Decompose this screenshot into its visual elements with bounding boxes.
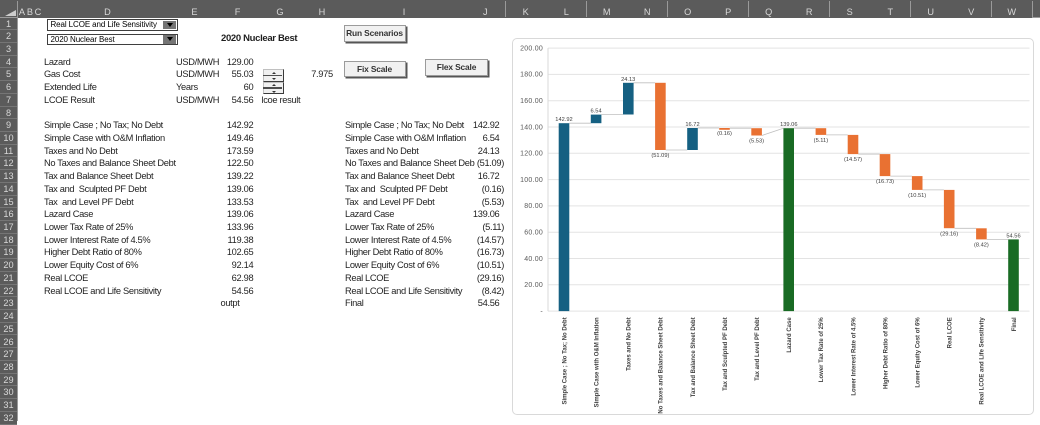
svg-text:Lazard Case: Lazard Case — [787, 316, 793, 352]
svg-text:(16.73): (16.73) — [876, 179, 894, 185]
svg-text:Lower Interest Rate of 4.5%: Lower Interest Rate of 4.5% — [851, 316, 857, 395]
svg-text:Tax and Sculpted PF Debt: Tax and Sculpted PF Debt — [723, 317, 729, 391]
svg-text:20.00: 20.00 — [524, 282, 543, 289]
svg-text:Tax and Level PF Debt: Tax and Level PF Debt — [755, 317, 761, 381]
svg-text:Simple Case with O&M Inflation: Simple Case with O&M Inflation — [594, 316, 600, 406]
svg-text:Lower Tax Rate of 25%: Lower Tax Rate of 25% — [819, 316, 825, 382]
svg-text:120.00: 120.00 — [520, 150, 543, 157]
svg-text:Taxes and No Debt: Taxes and No Debt — [627, 317, 633, 371]
svg-text:54.56: 54.56 — [1006, 233, 1020, 239]
svg-text:Final: Final — [1012, 316, 1018, 330]
svg-text:Lower Equity Cost of 6%: Lower Equity Cost of 6% — [916, 316, 922, 387]
svg-text:-: - — [540, 308, 543, 315]
svg-text:200.00: 200.00 — [520, 45, 543, 52]
svg-text:40.00: 40.00 — [524, 255, 543, 262]
svg-text:Tax and Balance Sheet Debt: Tax and Balance Sheet Debt — [691, 317, 697, 397]
svg-text:160.00: 160.00 — [520, 98, 543, 105]
svg-text:(5.53): (5.53) — [749, 138, 764, 144]
svg-text:60.00: 60.00 — [524, 229, 543, 236]
svg-text:100.00: 100.00 — [520, 176, 543, 183]
svg-text:139.06: 139.06 — [780, 122, 797, 128]
svg-text:140.00: 140.00 — [520, 124, 543, 131]
svg-text:No Taxes and Balance Sheet Deb: No Taxes and Balance Sheet Debt — [659, 317, 665, 413]
svg-text:(0.16): (0.16) — [717, 131, 732, 137]
svg-text:Real LCOE and Life Sensitivity: Real LCOE and Life Sensitivity — [980, 316, 986, 404]
svg-text:180.00: 180.00 — [520, 71, 543, 78]
svg-text:142.92: 142.92 — [555, 117, 572, 123]
svg-text:(10.51): (10.51) — [908, 192, 926, 198]
svg-text:(5.11): (5.11) — [814, 137, 829, 143]
svg-text:Simple Case ; No Tax; No Debt: Simple Case ; No Tax; No Debt — [562, 317, 568, 404]
svg-text:6.54: 6.54 — [591, 108, 602, 114]
svg-text:(51.09): (51.09) — [651, 153, 669, 159]
svg-text:(14.57): (14.57) — [844, 157, 862, 163]
svg-text:Real LCOE: Real LCOE — [948, 317, 954, 348]
svg-text:(8.42): (8.42) — [974, 242, 989, 248]
svg-text:80.00: 80.00 — [524, 203, 543, 210]
svg-text:Higher Debt Ratio of 80%: Higher Debt Ratio of 80% — [883, 316, 889, 388]
svg-text:16.72: 16.72 — [685, 122, 699, 128]
svg-text:(29.16): (29.16) — [940, 231, 958, 237]
svg-text:24.13: 24.13 — [621, 76, 635, 82]
